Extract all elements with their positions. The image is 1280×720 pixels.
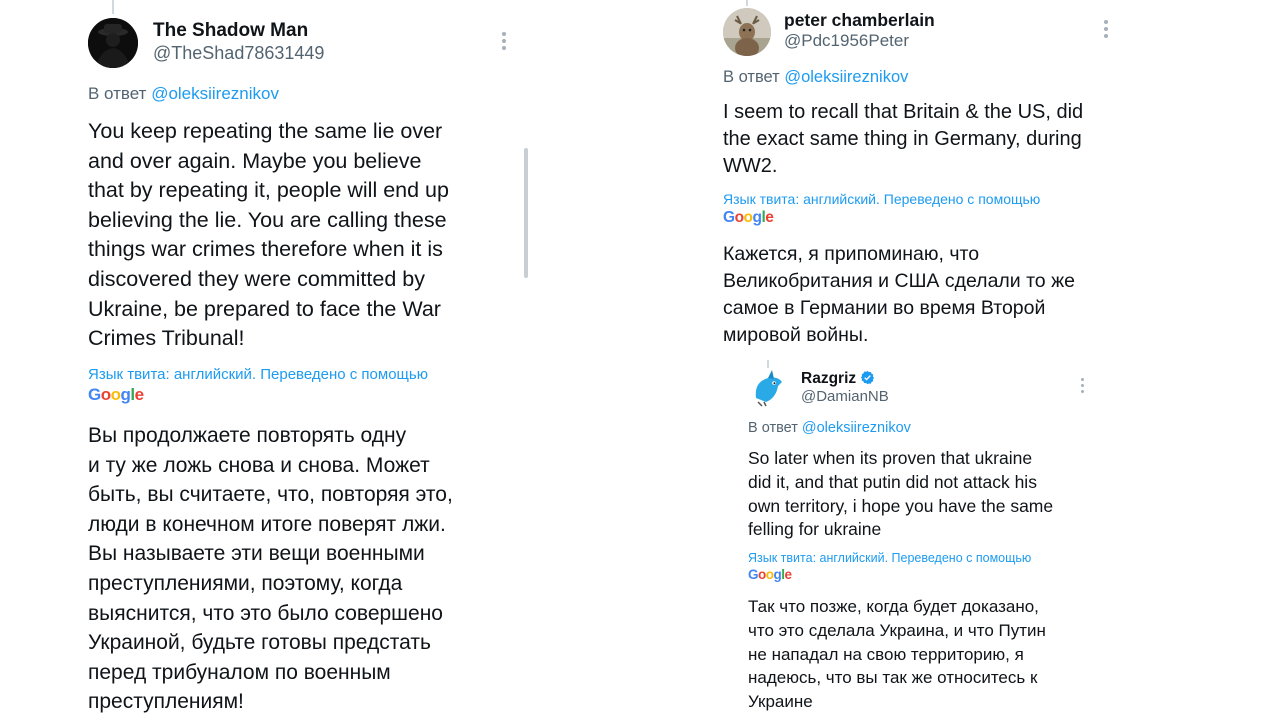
translated-line: Вы называете эти вещи военными xyxy=(88,542,425,566)
tweet-line: You keep repeating the same lie over xyxy=(88,119,443,143)
tweet-line: did it, and that putin did not attack hi… xyxy=(748,471,1037,492)
reply-prefix: В ответ xyxy=(748,420,798,436)
display-name[interactable]: Razgriz xyxy=(801,370,875,388)
tweet-line: things war crimes therefore when it is xyxy=(88,237,443,262)
translation-notice[interactable]: Язык твита: английский. Переведено с пом… xyxy=(88,366,428,383)
avatar[interactable] xyxy=(88,18,138,68)
translated-line: преступлениям! xyxy=(88,690,244,714)
translated-text: Так что позже, когда будет доказано, что… xyxy=(748,595,1108,714)
translated-line: и ту же ложь снова и снова. Может xyxy=(88,453,430,477)
thread-line-nested xyxy=(767,360,769,368)
translated-line: Вы продолжаете повторять одну xyxy=(88,424,407,447)
google-logo: Google xyxy=(748,567,792,582)
more-options-icon[interactable] xyxy=(1102,20,1110,41)
display-name[interactable]: The Shadow Man xyxy=(153,20,308,42)
tweet-line: I seem to recall that Britain & the US, … xyxy=(723,101,1084,123)
translated-line: Великобритания и США сделали то же xyxy=(723,270,1075,292)
translation-notice[interactable]: Язык твита: английский. Переведено с пом… xyxy=(748,551,1031,565)
translated-line: преступлениями, поэтому, когда xyxy=(88,571,403,595)
display-name-text: Razgriz xyxy=(801,370,857,387)
display-name[interactable]: peter chamberlain xyxy=(784,10,935,31)
more-options-icon[interactable] xyxy=(1079,378,1085,396)
translation-notice[interactable]: Язык твита: английский. Переведено с пом… xyxy=(723,191,1040,207)
reply-mention-link[interactable]: @oleksiireznikov xyxy=(151,84,279,103)
tweet-line: So later when its proven that ukraine xyxy=(748,448,1033,468)
reply-context: В ответ @oleksiireznikov xyxy=(748,420,911,436)
translated-line: выяснится, что это было совершено xyxy=(88,601,443,625)
tweet-line: own territory, i hope you have the same xyxy=(748,495,1054,516)
user-handle[interactable]: @TheShad78631449 xyxy=(153,43,324,64)
translated-line: не нападал на свою территорию, я xyxy=(748,644,1024,664)
translated-line: что это сделала Украина, и что Путин xyxy=(748,620,1046,640)
translated-text: Вы продолжаете повторять одну и ту же ло… xyxy=(88,421,508,717)
user-handle[interactable]: @Pdc1956Peter xyxy=(784,31,909,51)
tweet-line: Crimes Tribunal! xyxy=(88,326,245,351)
reply-prefix: В ответ xyxy=(88,84,147,103)
reply-mention-link[interactable]: @oleksiireznikov xyxy=(784,68,908,86)
reply-context: В ответ @oleksiireznikov xyxy=(723,68,908,87)
google-logo: Google xyxy=(723,209,774,226)
reply-prefix: В ответ xyxy=(723,68,780,86)
tweet-text: You keep repeating the same lie over and… xyxy=(88,117,508,354)
reply-mention-link[interactable]: @oleksiireznikov xyxy=(802,420,911,436)
thread-line-right xyxy=(746,0,748,6)
tweet-line: Ukraine, be prepared to face the War xyxy=(88,296,441,321)
tweet-line: felling for ukraine xyxy=(748,519,882,540)
tweet-line: discovered they were committed by xyxy=(88,266,425,291)
tweet-line: believing the lie. You are calling these xyxy=(88,207,447,232)
avatar[interactable] xyxy=(748,368,788,408)
translated-line: мировой войны. xyxy=(723,324,869,346)
translated-text: Кажется, я припоминаю, что Великобритани… xyxy=(723,241,1143,349)
translated-line: самое в Германии во время Второй xyxy=(723,297,1046,319)
blue-bird-icon xyxy=(748,368,788,408)
thread-line-left xyxy=(112,0,114,14)
translated-line: люди в конечном итоге поверят лжи. xyxy=(88,512,446,536)
tweet-line: that by repeating it, people will end up xyxy=(88,178,449,203)
translated-line: Кажется, я припоминаю, что xyxy=(723,243,980,265)
user-handle[interactable]: @DamianNB xyxy=(801,388,889,405)
tweet-text: I seem to recall that Britain & the US, … xyxy=(723,99,1143,180)
google-logo: Google xyxy=(88,385,144,404)
translated-line: надеюсь, что вы так же относитесь к xyxy=(748,668,1038,688)
more-options-icon[interactable] xyxy=(500,32,508,53)
tweet-line: the exact same thing in Germany, during xyxy=(723,128,1082,150)
translated-line: Украиной, будьте готовы предстать xyxy=(88,631,431,655)
shadow-figure-icon xyxy=(88,18,138,68)
scrollbar[interactable] xyxy=(524,148,528,278)
translated-line: Так что позже, когда будет доказано, xyxy=(748,597,1039,616)
deer-photo-icon xyxy=(723,8,771,56)
tweet-line: WW2. xyxy=(723,155,778,177)
translated-line: Украине xyxy=(748,692,813,712)
tweet-text: So later when its proven that ukraine di… xyxy=(748,447,1108,542)
avatar[interactable] xyxy=(723,8,771,56)
tweet-line: and over again. Maybe you believe xyxy=(88,148,422,173)
translated-line: быть, вы считаете, что, повторяя это, xyxy=(88,483,453,507)
translated-line: перед трибуналом по военным xyxy=(88,660,391,684)
reply-context: В ответ @oleksiireznikov xyxy=(88,84,279,104)
verified-badge-icon xyxy=(861,370,875,385)
